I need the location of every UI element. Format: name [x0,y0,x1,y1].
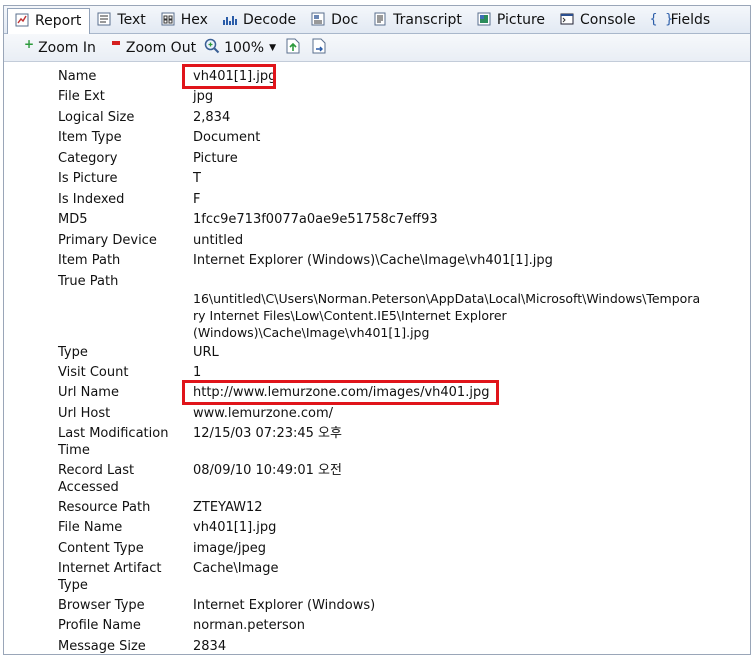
field-value: norman.peterson [193,618,305,633]
field-label: Is Picture [58,171,118,186]
zoom-out-button[interactable]: Zoom Out [111,37,197,59]
field-label: Visit Count [58,365,129,380]
tab-label: Doc [331,11,359,28]
chevron-down-icon: ▼ [269,42,277,53]
field-label: Url Host [58,406,111,421]
field-value: ZTEYAW12 [193,500,263,515]
tab-console[interactable]: Console [553,8,644,32]
report-viewer: Report Text Hex Decode Doc Transcript Pi… [3,5,751,655]
field-value: 08/09/10 10:49:01 오전 [193,463,342,478]
field-label: Last Modification Time [58,426,169,458]
field-value: Document [193,130,261,145]
tab-transcript[interactable]: Transcript [366,8,470,32]
field-value: vh401[1].jpg [193,520,277,535]
field-value: jpg [193,89,214,104]
field-label: Logical Size [58,110,135,125]
zoom-level-select[interactable]: 100% ▼ [204,37,276,59]
true-path-value: 16\untitled\C\Users\Norman.Peterson\AppD… [193,291,701,340]
report-content: Name vh401[1].jpg File Ext jpg Logical Siz… [4,62,750,654]
field-label: Record Last Accessed [58,463,135,495]
zoom-in-button[interactable]: + Zoom In [24,37,96,59]
field-label: Resource Path [58,500,151,515]
zoom-level-value: 100% [224,39,265,56]
tab-doc[interactable]: Doc [304,8,366,32]
field-value: Cache\Image [193,561,279,576]
tab-label: Picture [496,11,546,28]
field-value: T [193,171,201,186]
field-label: True Path [58,274,119,289]
highlight-box-name [182,64,276,89]
text-icon [96,12,112,28]
field-label: Type [58,345,88,360]
transcript-icon [372,12,388,28]
tab-label: Console [580,11,636,28]
tab-hex[interactable]: Hex [154,8,216,32]
field-label: Browser Type [58,598,145,613]
field-label: MD5 [58,212,88,227]
tab-label: Report [35,13,82,29]
tab-label: Fields [670,11,711,28]
field-value: 2,834 [193,110,231,125]
picture-icon [476,12,492,28]
export-icon [284,37,302,59]
view-tab-bar: Report Text Hex Decode Doc Transcript Pi… [4,6,750,34]
print-button[interactable] [310,37,328,59]
highlight-box-url-name [182,380,499,405]
field-value: untitled [193,233,244,248]
zoom-toolbar: + Zoom In Zoom Out 100% ▼ [4,34,750,62]
field-label: Url Name [58,385,119,400]
tab-text[interactable]: Text [90,8,153,32]
zoom-in-label: Zoom In [38,39,96,56]
tab-decode[interactable]: Decode [216,8,304,32]
field-value: Internet Explorer (Windows)\Cache\Image\… [193,253,553,268]
field-value: image/jpeg [193,541,266,556]
field-label: Item Type [58,130,122,145]
doc-icon [310,12,326,28]
field-label: Category [58,151,118,166]
field-value: 12/15/03 07:23:45 오후 [193,426,342,441]
hex-icon [160,12,176,28]
fields-icon: { } [649,11,674,27]
tab-report[interactable]: Report [7,7,91,34]
tab-label: Decode [242,11,297,28]
tab-label: Transcript [393,11,462,28]
field-value: F [193,192,201,207]
field-label: Content Type [58,541,144,556]
tab-label: Hex [180,11,208,28]
field-label: Message Size [58,639,146,654]
field-value: Internet Explorer (Windows) [193,598,376,613]
field-label: File Ext [58,89,105,104]
field-label: Is Indexed [58,192,125,207]
field-label: Profile Name [58,618,141,633]
field-label: Primary Device [58,233,157,248]
minus-icon [111,40,120,45]
field-value: 1 [193,365,202,380]
tab-picture[interactable]: Picture [470,8,553,32]
field-value: URL [193,345,219,360]
export-button[interactable] [284,37,302,59]
tab-label: Text [117,11,146,28]
tab-fields[interactable]: { } Fields [644,8,719,32]
magnifier-icon [204,38,220,58]
field-label: File Name [58,520,123,535]
plus-icon: + [24,36,35,51]
document-arrow-icon [310,37,328,59]
field-label: Internet Artifact Type [58,561,162,593]
console-icon [559,12,575,28]
decode-icon [222,12,238,28]
field-label: Item Path [58,253,121,268]
zoom-out-label: Zoom Out [125,39,197,56]
field-value: www.lemurzone.com/ [193,406,333,421]
field-value: Picture [193,151,238,166]
field-value: 2834 [193,639,227,654]
report-icon [14,13,30,29]
field-value: 1fcc9e713f0077a0ae9e51758c7eff93 [193,212,438,227]
field-label: Name [58,69,97,84]
